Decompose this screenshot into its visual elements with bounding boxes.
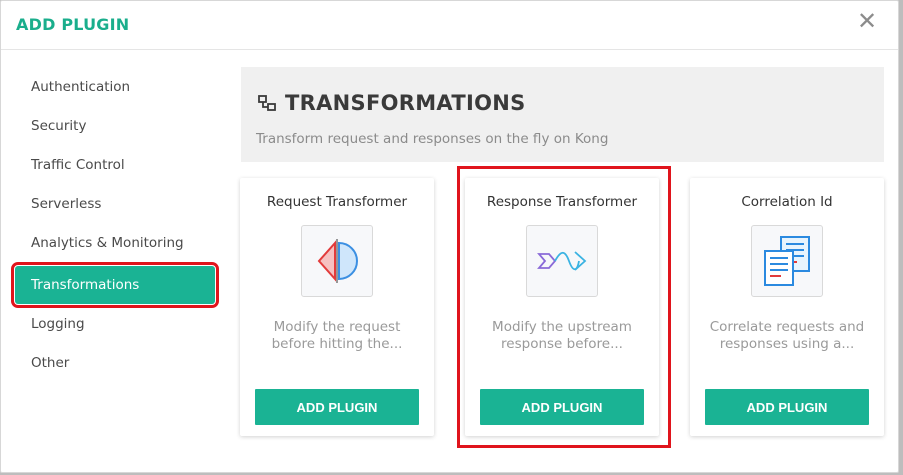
plugin-card-request-transformer: Request Transformer Modify the request b…: [240, 178, 434, 436]
category-title-text: TRANSFORMATIONS: [285, 91, 526, 115]
category-header: TRANSFORMATIONS Transform request and re…: [241, 67, 884, 162]
add-plugin-button-response-transformer[interactable]: ADD PLUGIN: [480, 389, 644, 425]
category-description: Transform request and responses on the f…: [256, 131, 609, 147]
sidebar-item-traffic-control[interactable]: Traffic Control: [15, 149, 215, 188]
category-title: TRANSFORMATIONS: [257, 91, 526, 115]
plugin-description-line2: response before...: [501, 336, 623, 352]
sidebar-item-analytics-monitoring[interactable]: Analytics & Monitoring: [15, 227, 215, 266]
plugin-description-line1: Correlate requests and: [709, 319, 865, 335]
plugin-description: Modify the request before hitting the...: [254, 319, 420, 353]
plugin-card-response-transformer: Response Transformer Modify the upstream…: [465, 178, 659, 436]
add-plugin-modal: ADD PLUGIN ✕ Authentication Security Tra…: [0, 0, 899, 473]
plugin-category-sidebar: Authentication Security Traffic Control …: [11, 71, 219, 386]
sidebar-item-serverless[interactable]: Serverless: [15, 188, 215, 227]
plugin-name: Response Transformer: [486, 194, 638, 210]
plugin-description-line1: Modify the upstream: [492, 319, 632, 335]
sidebar-item-other[interactable]: Other: [15, 347, 215, 386]
correlation-id-icon: [751, 225, 823, 297]
plugin-name: Correlation Id: [741, 194, 833, 210]
plugin-description-line1: Modify the request: [273, 319, 401, 335]
request-transformer-icon: [301, 225, 373, 297]
response-transformer-icon: [526, 225, 598, 297]
plugin-description: Correlate requests and responses using a…: [704, 319, 870, 353]
close-icon[interactable]: ✕: [856, 9, 878, 33]
sidebar-item-transformations[interactable]: Transformations: [11, 262, 219, 308]
modal-title: ADD PLUGIN: [16, 15, 130, 34]
add-plugin-button-correlation-id[interactable]: ADD PLUGIN: [705, 389, 869, 425]
sidebar-item-authentication[interactable]: Authentication: [15, 71, 215, 110]
plugin-description: Modify the upstream response before...: [479, 319, 645, 353]
transform-icon: [258, 95, 276, 111]
modal-header: ADD PLUGIN ✕: [1, 1, 898, 50]
plugin-description-line2: before hitting the...: [271, 336, 403, 352]
sidebar-item-security[interactable]: Security: [15, 110, 215, 149]
plugin-description-line2: responses using a...: [719, 336, 855, 352]
sidebar-item-logging[interactable]: Logging: [15, 308, 215, 347]
plugin-name: Request Transformer: [266, 194, 408, 210]
add-plugin-button-request-transformer[interactable]: ADD PLUGIN: [255, 389, 419, 425]
plugin-card-correlation-id: Correlation Id Correlate requests and re…: [690, 178, 884, 436]
